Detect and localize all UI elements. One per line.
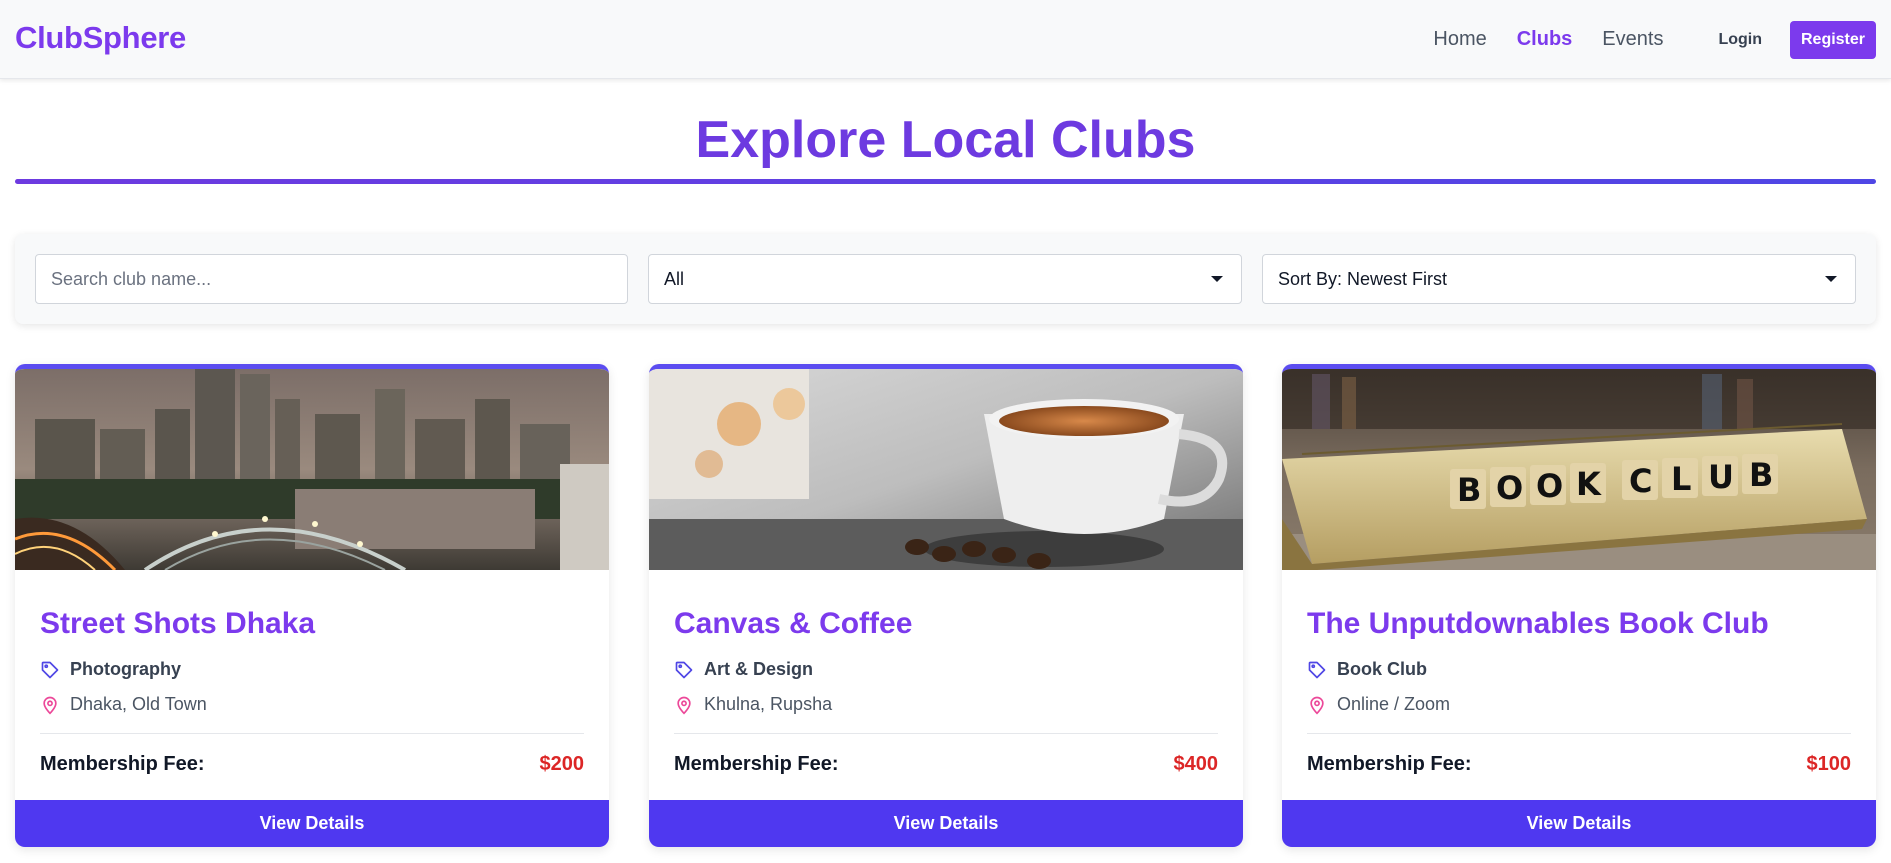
view-details-button[interactable]: View Details bbox=[1282, 800, 1876, 847]
category-select-value: All bbox=[664, 268, 685, 289]
nav-links: Home Clubs Events Login Register bbox=[1403, 0, 1891, 79]
tag-icon bbox=[41, 661, 59, 678]
caret-down-icon bbox=[1825, 276, 1837, 282]
map-pin-icon bbox=[677, 696, 691, 715]
club-category: Book Club bbox=[1307, 659, 1427, 680]
map-pin-icon bbox=[1310, 696, 1324, 715]
club-location-label: Online / Zoom bbox=[1337, 694, 1451, 714]
club-location: Dhaka, Old Town bbox=[40, 694, 207, 715]
svg-text:B: B bbox=[1457, 471, 1481, 509]
category-select[interactable]: All bbox=[648, 254, 1242, 304]
club-image-coffee bbox=[649, 369, 1243, 570]
club-category-label: Art & Design bbox=[704, 659, 814, 679]
club-location: Online / Zoom bbox=[1307, 694, 1450, 715]
caret-down-icon bbox=[1211, 276, 1223, 282]
search-input[interactable] bbox=[35, 254, 628, 304]
club-card: Canvas & Coffee Art & Design Khulna, Rup… bbox=[649, 364, 1243, 847]
fee-value: $200 bbox=[539, 753, 585, 775]
svg-text:O: O bbox=[1496, 469, 1523, 507]
fee-label: Membership Fee: bbox=[674, 753, 839, 775]
view-details-button[interactable]: View Details bbox=[649, 800, 1243, 847]
club-location: Khulna, Rupsha bbox=[674, 694, 832, 715]
brand-logo[interactable]: ClubSphere bbox=[15, 20, 186, 56]
fee-value: $100 bbox=[1806, 753, 1852, 775]
club-image-book: B O O K C L U B bbox=[1282, 369, 1876, 570]
club-image-city bbox=[15, 369, 609, 570]
tag-icon bbox=[675, 661, 693, 678]
svg-text:K: K bbox=[1576, 465, 1602, 503]
svg-text:C: C bbox=[1629, 462, 1652, 500]
club-name[interactable]: Street Shots Dhaka bbox=[40, 607, 315, 641]
club-location-label: Khulna, Rupsha bbox=[704, 694, 833, 714]
title-underline bbox=[15, 179, 1876, 184]
filter-bar: All Sort By: Newest First bbox=[15, 234, 1876, 324]
club-category: Art & Design bbox=[674, 659, 813, 680]
club-category: Photography bbox=[40, 659, 181, 680]
card-divider bbox=[674, 733, 1218, 734]
club-location-label: Dhaka, Old Town bbox=[70, 694, 207, 714]
register-button[interactable]: Register bbox=[1790, 20, 1876, 59]
svg-text:L: L bbox=[1671, 460, 1691, 498]
tag-icon bbox=[1308, 661, 1326, 678]
svg-text:B: B bbox=[1749, 456, 1773, 494]
fee-label: Membership Fee: bbox=[1307, 753, 1472, 775]
svg-text:U: U bbox=[1708, 458, 1734, 496]
club-category-label: Photography bbox=[70, 659, 181, 679]
nav-link-clubs[interactable]: Clubs bbox=[1517, 28, 1573, 51]
nav-link-home[interactable]: Home bbox=[1433, 28, 1486, 51]
page-title: Explore Local Clubs bbox=[695, 111, 1196, 169]
fee-value: $400 bbox=[1173, 753, 1219, 775]
login-link[interactable]: Login bbox=[1718, 31, 1762, 49]
sort-select[interactable]: Sort By: Newest First bbox=[1262, 254, 1856, 304]
club-name[interactable]: The Unputdownables Book Club bbox=[1307, 607, 1769, 641]
svg-text:O: O bbox=[1536, 467, 1563, 505]
sort-select-value: Sort By: Newest First bbox=[1278, 268, 1448, 289]
fee-label: Membership Fee: bbox=[40, 753, 205, 775]
map-pin-icon bbox=[43, 696, 57, 715]
card-divider bbox=[1307, 733, 1851, 734]
card-divider bbox=[40, 733, 584, 734]
club-card: Street Shots Dhaka Photography Dhaka, Ol… bbox=[15, 364, 609, 847]
view-details-button[interactable]: View Details bbox=[15, 800, 609, 847]
nav-link-events[interactable]: Events bbox=[1602, 28, 1663, 51]
club-category-label: Book Club bbox=[1337, 659, 1427, 679]
navbar: ClubSphere Home Clubs Events Login Regis… bbox=[0, 0, 1891, 79]
club-name[interactable]: Canvas & Coffee bbox=[674, 607, 912, 641]
club-card: B O O K C L U B The Unputdownables Book … bbox=[1282, 364, 1876, 847]
